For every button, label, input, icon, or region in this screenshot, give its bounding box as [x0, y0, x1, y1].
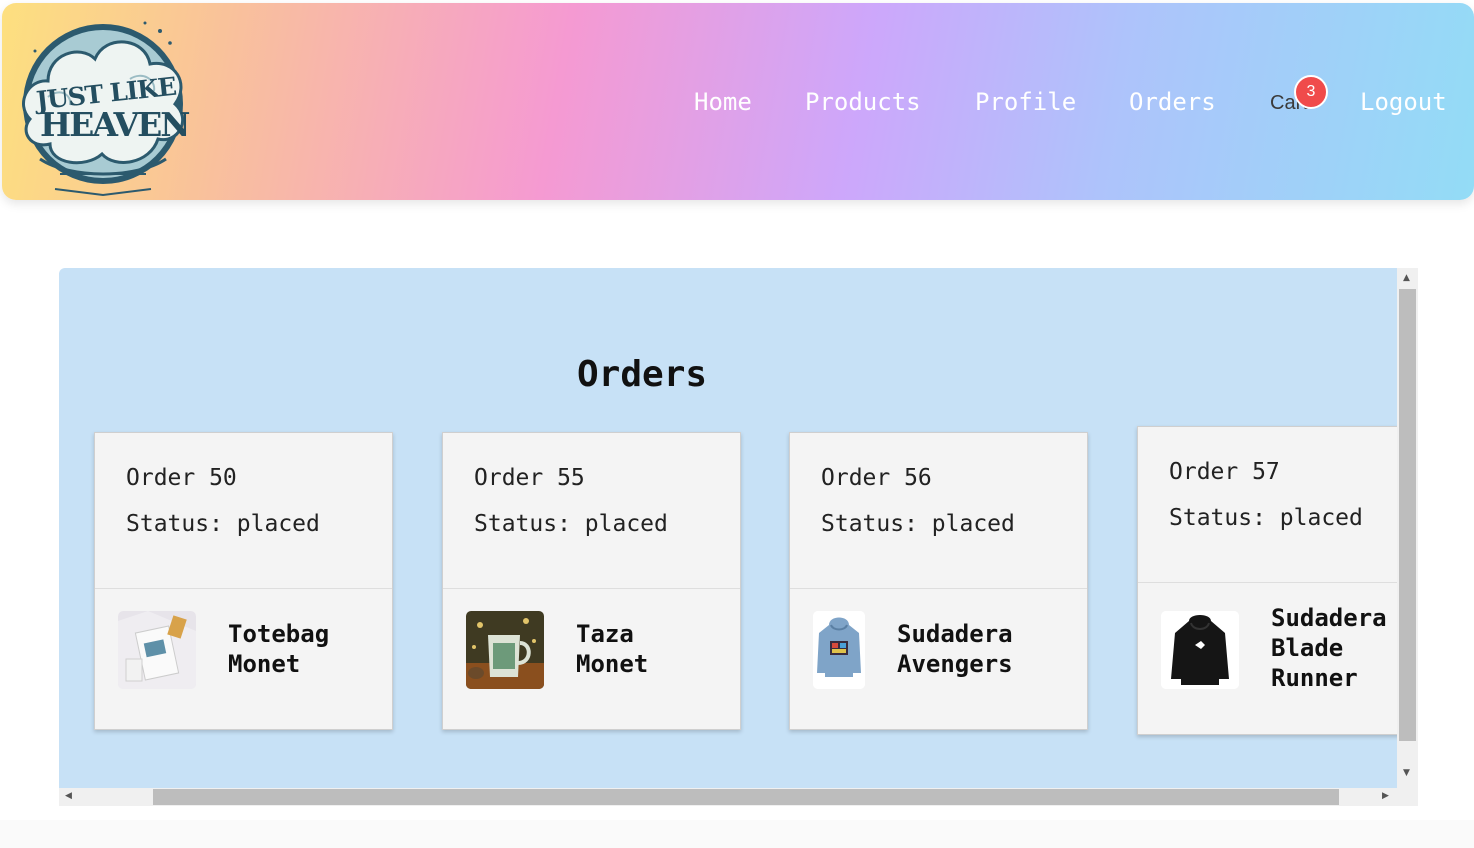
order-card[interactable]: Order 50 Status: placed Totebag Monet: [94, 432, 393, 730]
order-status: Status: placed: [821, 511, 1015, 537]
scroll-up-arrow-icon[interactable]: ▲: [1403, 273, 1410, 283]
orders-title: Orders: [577, 354, 708, 395]
vertical-scrollbar[interactable]: ▲ ▼: [1397, 268, 1418, 788]
nav-products-link[interactable]: Products: [805, 88, 921, 116]
nav-logout-link[interactable]: Logout: [1360, 88, 1447, 116]
vertical-scroll-thumb[interactable]: [1399, 289, 1416, 741]
scroll-right-arrow-icon[interactable]: ▶: [1382, 791, 1389, 801]
order-number: Order 57: [1169, 459, 1280, 485]
order-card-header: Order 50 Status: placed: [95, 433, 392, 589]
hoodie-avengers-image-icon: [813, 611, 865, 689]
nav-orders-link[interactable]: Orders: [1129, 88, 1216, 116]
horizontal-scrollbar[interactable]: ◀ ▶: [59, 788, 1418, 806]
order-card-header: Order 57 Status: placed: [1138, 427, 1397, 583]
product-name: Sudadera Avengers: [897, 620, 1013, 678]
scroll-down-arrow-icon[interactable]: ▼: [1403, 768, 1410, 778]
order-number: Order 50: [126, 465, 237, 491]
horizontal-scroll-thumb[interactable]: [153, 789, 1339, 805]
product-thumbnail[interactable]: [466, 611, 544, 689]
nav-home-link[interactable]: Home: [694, 88, 752, 116]
order-card-header: Order 55 Status: placed: [443, 433, 740, 589]
product-thumbnail[interactable]: [118, 611, 196, 689]
orders-panel: Orders Order 50 Status: placed Totebag M…: [59, 268, 1397, 788]
order-number: Order 56: [821, 465, 932, 491]
brand-logo-text-2: HEAVEN: [40, 105, 190, 144]
scroll-left-arrow-icon[interactable]: ◀: [65, 791, 72, 801]
order-status: Status: placed: [1169, 505, 1363, 531]
order-card-header: Order 56 Status: placed: [790, 433, 1087, 589]
product-name: Totebag Monet: [228, 620, 330, 678]
order-number: Order 55: [474, 465, 585, 491]
cart-count-badge[interactable]: 3: [1294, 75, 1328, 109]
hoodie-blade-runner-image-icon: [1161, 611, 1239, 689]
order-card[interactable]: Order 56 Status: placed Sudadera Avenger…: [789, 432, 1088, 730]
order-card[interactable]: Order 55 Status: placed Taza Monet: [442, 432, 741, 730]
order-status: Status: placed: [126, 511, 320, 537]
mug-image-icon: [466, 611, 544, 689]
brand-logo[interactable]: JUST LIKE HEAVEN: [10, 9, 196, 199]
nav-profile-link[interactable]: Profile: [975, 88, 1076, 116]
navbar: JUST LIKE HEAVEN Home Products Profile O…: [2, 3, 1474, 200]
order-card[interactable]: Order 57 Status: placed Sudadera Blade R…: [1137, 426, 1397, 735]
product-name: Taza Monet: [576, 620, 649, 678]
order-status: Status: placed: [474, 511, 668, 537]
product-thumbnail[interactable]: [813, 611, 865, 689]
product-thumbnail[interactable]: [1161, 611, 1239, 689]
product-name: Sudadera Blade Runner: [1271, 604, 1387, 692]
page-bottom-area: [0, 820, 1474, 848]
totebag-image-icon: [118, 611, 196, 689]
